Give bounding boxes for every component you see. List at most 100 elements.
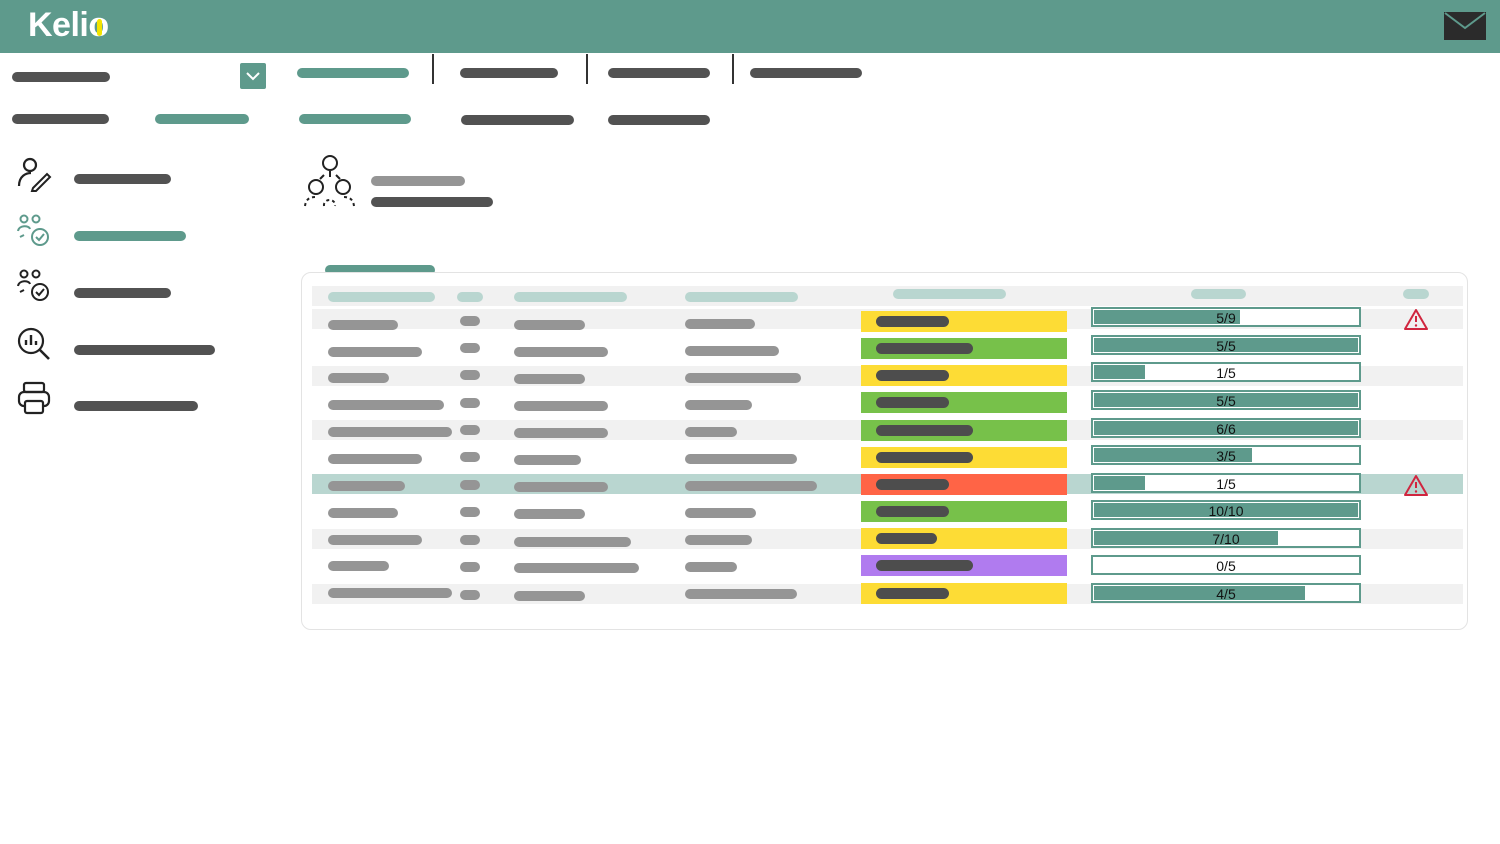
cell-text	[514, 401, 608, 411]
status-cell	[861, 474, 1067, 495]
cell-text	[328, 561, 389, 571]
cell-text	[685, 589, 797, 599]
mail-icon[interactable]	[1444, 12, 1486, 40]
subnav-item[interactable]	[608, 115, 710, 125]
cell-text	[685, 562, 737, 572]
subnav-item[interactable]	[461, 115, 574, 125]
search-analytics-icon	[17, 327, 50, 360]
column-header[interactable]	[1191, 289, 1246, 299]
status-cell	[861, 555, 1067, 576]
cell-text	[460, 343, 480, 353]
status-label	[876, 506, 949, 517]
sidebar-item-label-active[interactable]	[74, 231, 186, 241]
cell-text	[460, 480, 480, 490]
subnav-item[interactable]	[12, 114, 109, 124]
sidebar-item-label[interactable]	[74, 288, 171, 298]
status-cell	[861, 420, 1067, 441]
progress-bar: 5/5	[1091, 390, 1361, 410]
cell-text	[460, 535, 480, 545]
column-header[interactable]	[685, 292, 798, 302]
progress-bar: 7/10	[1091, 528, 1361, 548]
status-label	[876, 343, 973, 354]
progress-bar: 10/10	[1091, 500, 1361, 520]
status-label	[876, 533, 937, 544]
cell-text	[514, 455, 581, 465]
logo-letter-o: o	[88, 6, 109, 44]
cell-text	[685, 454, 797, 464]
user-edit-icon	[17, 157, 52, 192]
column-header[interactable]	[328, 292, 435, 302]
progress-bar: 4/5	[1091, 583, 1361, 603]
cell-text	[685, 346, 779, 356]
cell-text	[328, 588, 452, 598]
nav-tab-active[interactable]	[297, 68, 409, 78]
table-header-row	[312, 286, 1463, 306]
status-label	[876, 452, 973, 463]
cell-text	[514, 320, 585, 330]
printer-icon	[17, 381, 51, 415]
nav-divider	[732, 54, 734, 84]
column-header[interactable]	[514, 292, 627, 302]
cell-text	[460, 316, 480, 326]
status-cell	[861, 528, 1067, 549]
sidebar-item-label[interactable]	[74, 401, 198, 411]
status-cell	[861, 392, 1067, 413]
cell-text	[328, 454, 422, 464]
cell-text	[514, 347, 608, 357]
context-dropdown-button[interactable]	[240, 63, 266, 89]
cell-text	[514, 428, 608, 438]
cell-text	[328, 320, 398, 330]
column-header[interactable]	[1403, 289, 1429, 299]
cell-text	[685, 319, 755, 329]
cell-text	[328, 481, 405, 491]
cell-text	[685, 373, 801, 383]
app-logo: Kelio	[28, 6, 109, 45]
progress-text: 5/9	[1216, 310, 1236, 326]
cell-text	[460, 562, 480, 572]
status-label	[876, 370, 949, 381]
cell-text	[514, 591, 585, 601]
cell-text	[328, 535, 422, 545]
progress-bar: 3/5	[1091, 445, 1361, 465]
status-label	[876, 560, 973, 571]
column-header[interactable]	[893, 289, 1006, 299]
cell-text	[514, 482, 608, 492]
status-label	[876, 316, 949, 327]
team-hierarchy-icon	[304, 155, 355, 207]
progress-bar: 0/5	[1091, 555, 1361, 575]
nav-divider	[432, 54, 434, 84]
content-title	[371, 197, 493, 207]
progress-bar: 6/6	[1091, 418, 1361, 438]
nav-tab[interactable]	[750, 68, 862, 78]
cell-text	[460, 370, 480, 380]
status-cell	[861, 338, 1067, 359]
cell-text	[685, 508, 756, 518]
status-label	[876, 479, 949, 490]
cell-text	[328, 400, 444, 410]
progress-text: 4/5	[1216, 586, 1236, 602]
cell-text	[460, 452, 480, 462]
cell-text	[328, 508, 398, 518]
progress-text: 3/5	[1216, 448, 1236, 464]
nav-tab[interactable]	[608, 68, 710, 78]
nav-tab[interactable]	[460, 68, 558, 78]
cell-text	[685, 427, 737, 437]
chevron-down-icon	[246, 72, 260, 81]
status-label	[876, 397, 949, 408]
subnav-item-active[interactable]	[155, 114, 249, 124]
context-selector-label[interactable]	[12, 72, 110, 82]
cell-text	[460, 398, 480, 408]
progress-text: 0/5	[1216, 558, 1236, 574]
cell-text	[328, 427, 452, 437]
sidebar-item-label[interactable]	[74, 174, 171, 184]
status-cell	[861, 583, 1067, 604]
progress-text: 1/5	[1216, 365, 1236, 381]
warning-icon	[1404, 475, 1428, 496]
logo-text-part: Keli	[28, 6, 89, 44]
column-header[interactable]	[457, 292, 483, 302]
progress-text: 5/5	[1216, 338, 1236, 354]
progress-text: 5/5	[1216, 393, 1236, 409]
progress-text: 7/10	[1212, 531, 1240, 547]
sidebar-item-label[interactable]	[74, 345, 215, 355]
subnav-item-active[interactable]	[299, 114, 411, 124]
